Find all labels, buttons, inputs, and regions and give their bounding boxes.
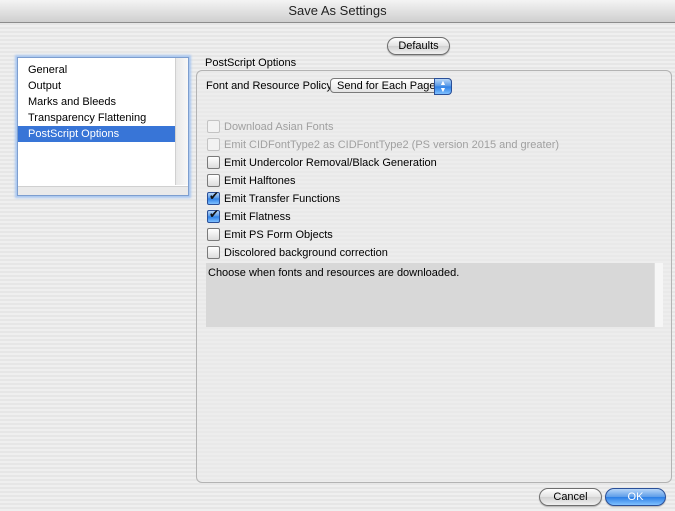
option-label: Emit Transfer Functions bbox=[224, 193, 341, 205]
font-resource-policy-select[interactable]: Send for Each Page ▲ ▼ bbox=[330, 78, 452, 95]
defaults-button[interactable]: Defaults bbox=[387, 37, 450, 55]
sidebar-item-output[interactable]: Output bbox=[18, 78, 175, 94]
font-resource-policy-value: Send for Each Page bbox=[337, 80, 436, 92]
checkbox[interactable] bbox=[207, 138, 220, 151]
ok-button[interactable]: OK bbox=[605, 488, 666, 506]
checkbox[interactable] bbox=[207, 246, 220, 259]
sidebar-item-postscript-options[interactable]: PostScript Options bbox=[18, 126, 175, 142]
option-label: Emit CIDFontType2 as CIDFontType2 (PS ve… bbox=[224, 139, 560, 151]
option-label: Emit Flatness bbox=[224, 211, 291, 223]
chevron-up-down-icon: ▲ ▼ bbox=[434, 78, 452, 95]
sidebar-item-general[interactable]: General bbox=[18, 62, 175, 78]
checkbox[interactable] bbox=[207, 189, 220, 205]
save-as-settings-window: Save As Settings Defaults General Output… bbox=[0, 0, 675, 511]
window-title: Save As Settings bbox=[0, 0, 675, 23]
description-text: Choose when fonts and resources are down… bbox=[206, 263, 654, 327]
sidebar-horizontal-scrollbar[interactable] bbox=[18, 186, 188, 195]
checkbox[interactable] bbox=[207, 156, 220, 169]
panel-title: PostScript Options bbox=[205, 57, 297, 69]
option-label: Emit Halftones bbox=[224, 175, 296, 187]
checkbox[interactable] bbox=[207, 120, 220, 133]
checkbox[interactable] bbox=[207, 228, 220, 241]
sidebar-item-transparency-flattening[interactable]: Transparency Flattening bbox=[18, 110, 175, 126]
option-label: Emit Undercolor Removal/Black Generation bbox=[224, 157, 437, 169]
description-scrollbar[interactable] bbox=[654, 263, 663, 327]
cancel-button[interactable]: Cancel bbox=[539, 488, 602, 506]
sidebar-item-marks-and-bleeds[interactable]: Marks and Bleeds bbox=[18, 94, 175, 110]
option-label: Emit PS Form Objects bbox=[224, 229, 333, 241]
checkbox[interactable] bbox=[207, 207, 220, 223]
option-label: Download Asian Fonts bbox=[224, 121, 334, 133]
checkbox[interactable] bbox=[207, 174, 220, 187]
category-list: General Output Marks and Bleeds Transpar… bbox=[17, 57, 189, 196]
font-resource-policy-label: Font and Resource Policy: bbox=[206, 80, 336, 92]
sidebar-vertical-scrollbar[interactable] bbox=[175, 58, 188, 185]
option-label: Discolored background correction bbox=[224, 247, 388, 259]
